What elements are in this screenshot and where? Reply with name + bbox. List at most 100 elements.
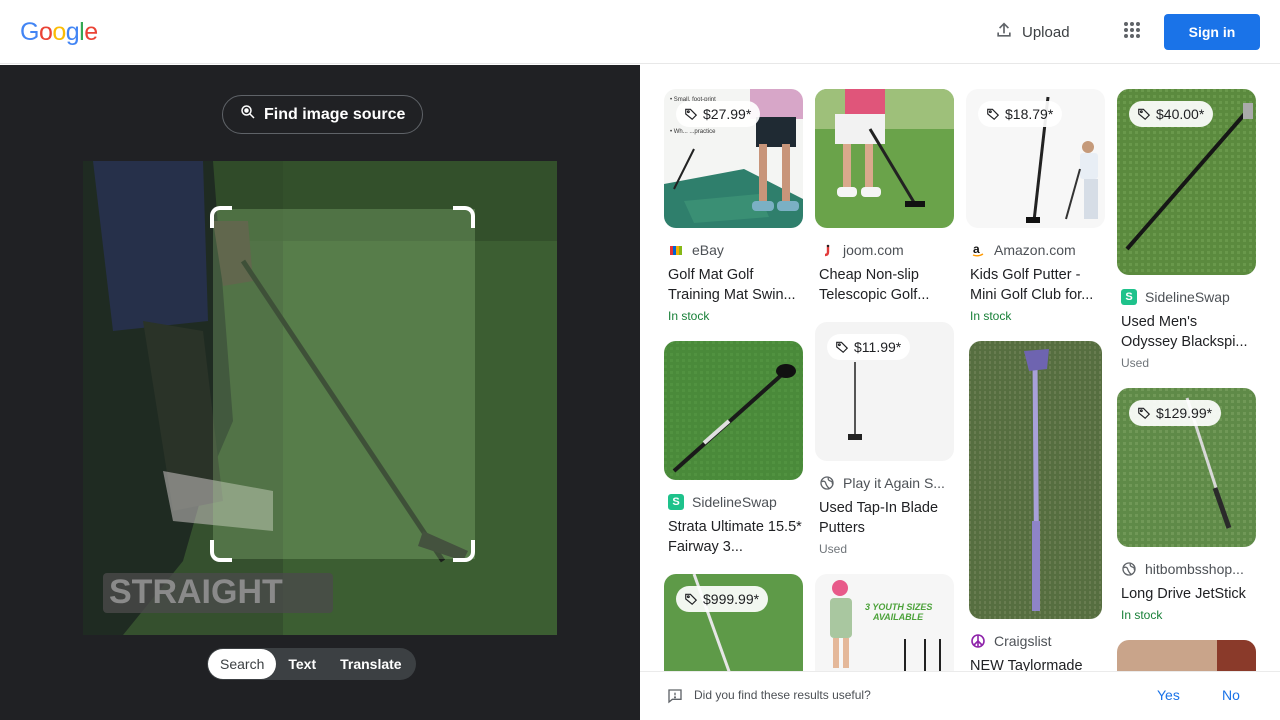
result-title[interactable]: Kids Golf Putter - Mini Golf Club for...	[966, 265, 1105, 305]
source-name: Play it Again S...	[843, 475, 945, 491]
find-image-source-label: Find image source	[264, 105, 406, 123]
result-source[interactable]: eBay	[664, 240, 803, 260]
result-source[interactable]: S SidelineSwap	[664, 492, 803, 512]
availability-status: In stock	[970, 309, 1012, 323]
result-card[interactable]: Craigslist NEW Taylormade	[966, 341, 1105, 671]
result-card[interactable]: $129.99* hitbombsshop... Long Drive JetS…	[1117, 388, 1256, 623]
thumb-overlay-text: AVAILABLE	[872, 612, 924, 622]
results-column: $18.79* a Amazon.com Kids Golf Putter - …	[966, 89, 1105, 671]
upload-icon	[994, 20, 1014, 44]
result-source[interactable]: hitbombsshop...	[1117, 559, 1256, 579]
result-card[interactable]	[1117, 640, 1256, 671]
price-value: $999.99*	[703, 591, 760, 607]
globe-icon	[819, 475, 835, 491]
price-value: $11.99*	[854, 339, 902, 355]
availability-status: In stock	[668, 309, 710, 323]
price-tag-icon	[1137, 107, 1151, 121]
price-tag: $999.99*	[676, 586, 769, 612]
upload-label: Upload	[1022, 23, 1070, 41]
tab-text[interactable]: Text	[276, 649, 328, 679]
tab-search[interactable]: Search	[208, 649, 277, 679]
crop-handle-bottom-left[interactable]	[210, 540, 232, 562]
amazon-favicon-icon: a	[970, 242, 986, 258]
lens-mode-tabs: Search Text Translate	[207, 648, 416, 680]
price-tag-icon	[684, 592, 698, 606]
crop-handle-bottom-right[interactable]	[453, 540, 475, 562]
crop-handle-top-right[interactable]	[453, 206, 475, 228]
result-title[interactable]: Golf Mat Golf Training Mat Swin...	[664, 265, 803, 305]
result-card[interactable]: • Small, foot-print • Wh... ...practice …	[664, 89, 803, 324]
feedback-icon	[667, 688, 683, 709]
result-thumbnail[interactable]: $18.79*	[966, 89, 1105, 228]
photo-overlay-text: STRAIGHT	[109, 573, 283, 611]
result-thumbnail[interactable]	[1117, 640, 1256, 671]
result-thumbnail[interactable]: $11.99*	[815, 322, 954, 461]
result-thumbnail[interactable]	[815, 89, 954, 228]
source-name: Amazon.com	[994, 242, 1076, 258]
crop-handle-top-left[interactable]	[210, 206, 232, 228]
result-thumbnail[interactable]	[664, 341, 803, 480]
price-tag: $11.99*	[827, 334, 911, 360]
result-title[interactable]: NEW Taylormade	[966, 656, 1105, 671]
result-title[interactable]: Used Tap-In Blade Putters	[815, 498, 954, 538]
result-thumbnail[interactable]: 3 YOUTH SIZES AVAILABLE	[815, 574, 954, 671]
result-card[interactable]: $40.00* S SidelineSwap Used Men's Odysse…	[1117, 89, 1256, 371]
result-source[interactable]: S SidelineSwap	[1117, 287, 1256, 307]
top-bar: Google Upload Sign in	[0, 0, 1280, 64]
price-value: $40.00*	[1156, 106, 1205, 122]
result-source[interactable]: joom.com	[815, 240, 954, 260]
result-thumbnail[interactable]: $129.99*	[1117, 388, 1256, 547]
logo-letter: G	[20, 18, 39, 46]
result-thumbnail[interactable]: $40.00*	[1117, 89, 1256, 275]
result-title[interactable]: Strata Ultimate 15.5* Fairway 3...	[664, 517, 803, 557]
feedback-yes-button[interactable]: Yes	[1157, 687, 1180, 703]
joom-favicon-icon	[819, 242, 835, 258]
result-source[interactable]: Play it Again S...	[815, 473, 954, 493]
source-name: Craigslist	[994, 633, 1052, 649]
result-card[interactable]: $11.99* Play it Again S... Used Tap-In B…	[815, 322, 954, 557]
availability-status: Used	[1121, 356, 1150, 370]
tab-translate[interactable]: Translate	[328, 649, 413, 679]
price-tag-icon	[684, 107, 698, 121]
upload-button[interactable]: Upload	[984, 14, 1080, 50]
price-value: $129.99*	[1156, 405, 1213, 421]
price-value: $18.79*	[1005, 106, 1054, 122]
source-name: SidelineSwap	[692, 494, 777, 510]
result-thumbnail[interactable]: $999.99*	[664, 574, 803, 671]
result-title[interactable]: Cheap Non-slip Telescopic Golf...	[815, 265, 954, 305]
availability-status: In stock	[1121, 608, 1163, 622]
result-title[interactable]: Used Men's Odyssey Blackspi...	[1117, 312, 1256, 352]
lens-query-panel: Find image source STRAIGHT Search Text T…	[0, 65, 640, 720]
source-name: eBay	[692, 242, 724, 258]
result-thumbnail[interactable]: • Small, foot-print • Wh... ...practice …	[664, 89, 803, 228]
result-card[interactable]: joom.com Cheap Non-slip Telescopic Golf.…	[815, 89, 954, 305]
result-card[interactable]: $18.79* a Amazon.com Kids Golf Putter - …	[966, 89, 1105, 324]
price-tag: $40.00*	[1129, 101, 1214, 127]
svg-text:a: a	[973, 243, 980, 256]
google-apps-button[interactable]	[1114, 14, 1150, 50]
price-tag: $18.79*	[978, 101, 1063, 127]
feedback-bar: Did you find these results useful? Yes N…	[640, 671, 1280, 720]
price-value: $27.99*	[703, 106, 752, 122]
craigslist-peace-icon	[970, 633, 986, 649]
google-logo[interactable]: Google	[20, 18, 98, 47]
sidelineswap-favicon-icon: S	[1121, 289, 1137, 305]
result-source[interactable]: Craigslist	[966, 631, 1105, 651]
feedback-question: Did you find these results useful?	[694, 688, 871, 702]
source-name: joom.com	[843, 242, 904, 258]
result-source[interactable]: a Amazon.com	[966, 240, 1105, 260]
ebay-favicon-icon	[668, 242, 684, 258]
find-image-source-button[interactable]: Find image source	[222, 95, 424, 134]
crop-selection-box[interactable]	[210, 206, 475, 562]
thumb-overlay-text: 3 YOUTH SIZES	[865, 602, 932, 612]
result-card[interactable]: $999.99*	[664, 574, 803, 671]
source-name: hitbombsshop...	[1145, 561, 1244, 577]
apps-grid-icon	[1123, 21, 1141, 44]
result-card[interactable]: 3 YOUTH SIZES AVAILABLE	[815, 574, 954, 671]
feedback-no-button[interactable]: No	[1222, 687, 1240, 703]
result-thumbnail[interactable]	[969, 341, 1102, 619]
sign-in-button[interactable]: Sign in	[1164, 14, 1260, 50]
sidelineswap-favicon-icon: S	[668, 494, 684, 510]
result-card[interactable]: S SidelineSwap Strata Ultimate 15.5* Fai…	[664, 341, 803, 557]
result-title[interactable]: Long Drive JetStick	[1117, 584, 1256, 604]
